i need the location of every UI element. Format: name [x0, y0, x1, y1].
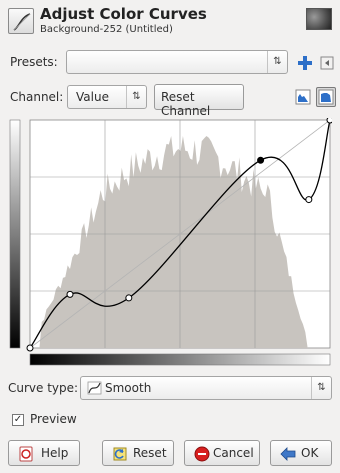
input-gradient-bar — [29, 353, 331, 366]
log-histogram-icon[interactable] — [316, 87, 336, 107]
control-point[interactable] — [326, 116, 334, 124]
layer-thumbnail — [306, 8, 332, 30]
curve-type-combo[interactable]: Smooth ⇅ — [80, 376, 332, 400]
help-label: Help — [41, 446, 69, 460]
curve-type-value: Smooth — [105, 381, 152, 395]
channel-arrow-icon: ⇅ — [126, 86, 146, 108]
control-point[interactable] — [66, 290, 74, 298]
channel-label: Channel: — [10, 90, 64, 104]
dialog-title: Adjust Color Curves — [40, 5, 207, 23]
ok-button[interactable]: OK — [270, 440, 332, 466]
curve-type-arrow-icon: ⇅ — [311, 377, 331, 399]
reset-channel-button[interactable]: Reset Channel — [154, 84, 244, 118]
preview-label[interactable]: Preview — [30, 412, 77, 426]
help-button[interactable]: Help — [8, 440, 80, 466]
channel-value: Value — [76, 90, 109, 104]
dialog-subtitle: Background-252 (Untitled) — [40, 24, 173, 35]
reset-button[interactable]: Reset — [102, 440, 174, 466]
preset-menu-icon[interactable] — [318, 54, 336, 72]
channel-combo[interactable]: Value ⇅ — [67, 85, 147, 109]
smooth-curve-icon — [87, 380, 103, 396]
control-point[interactable] — [26, 344, 34, 352]
dialog-header: Adjust Color Curves Background-252 (Unti… — [0, 0, 340, 44]
control-point-selected[interactable] — [257, 156, 265, 164]
cancel-icon — [193, 445, 211, 463]
presets-combo[interactable]: ⇅ — [66, 50, 288, 74]
curve-type-row: Curve type: Smooth ⇅ — [0, 376, 340, 402]
ok-icon — [279, 445, 297, 463]
add-preset-icon[interactable] — [296, 54, 314, 72]
presets-label: Presets: — [10, 55, 58, 69]
ok-label: OK — [301, 446, 319, 460]
reset-icon — [111, 445, 129, 463]
preview-checkbox[interactable]: ✓ — [12, 414, 24, 426]
curve-type-label: Curve type: — [8, 381, 79, 395]
curves-tool-icon — [8, 8, 34, 34]
reset-channel-label: Reset Channel — [161, 90, 211, 118]
control-point[interactable] — [125, 294, 133, 302]
reset-label: Reset — [133, 446, 167, 460]
help-icon — [17, 445, 35, 463]
channel-row: Channel: Value ⇅ Reset Channel — [0, 84, 340, 118]
linear-histogram-icon[interactable] — [294, 88, 312, 106]
curve-editor[interactable] — [8, 116, 334, 368]
cancel-label: Cancel — [213, 446, 254, 460]
cancel-button[interactable]: Cancel — [184, 440, 260, 466]
control-point[interactable] — [305, 196, 313, 204]
presets-arrow-icon: ⇅ — [267, 51, 287, 73]
presets-row: Presets: ⇅ — [0, 50, 340, 76]
output-gradient-bar — [9, 119, 21, 349]
